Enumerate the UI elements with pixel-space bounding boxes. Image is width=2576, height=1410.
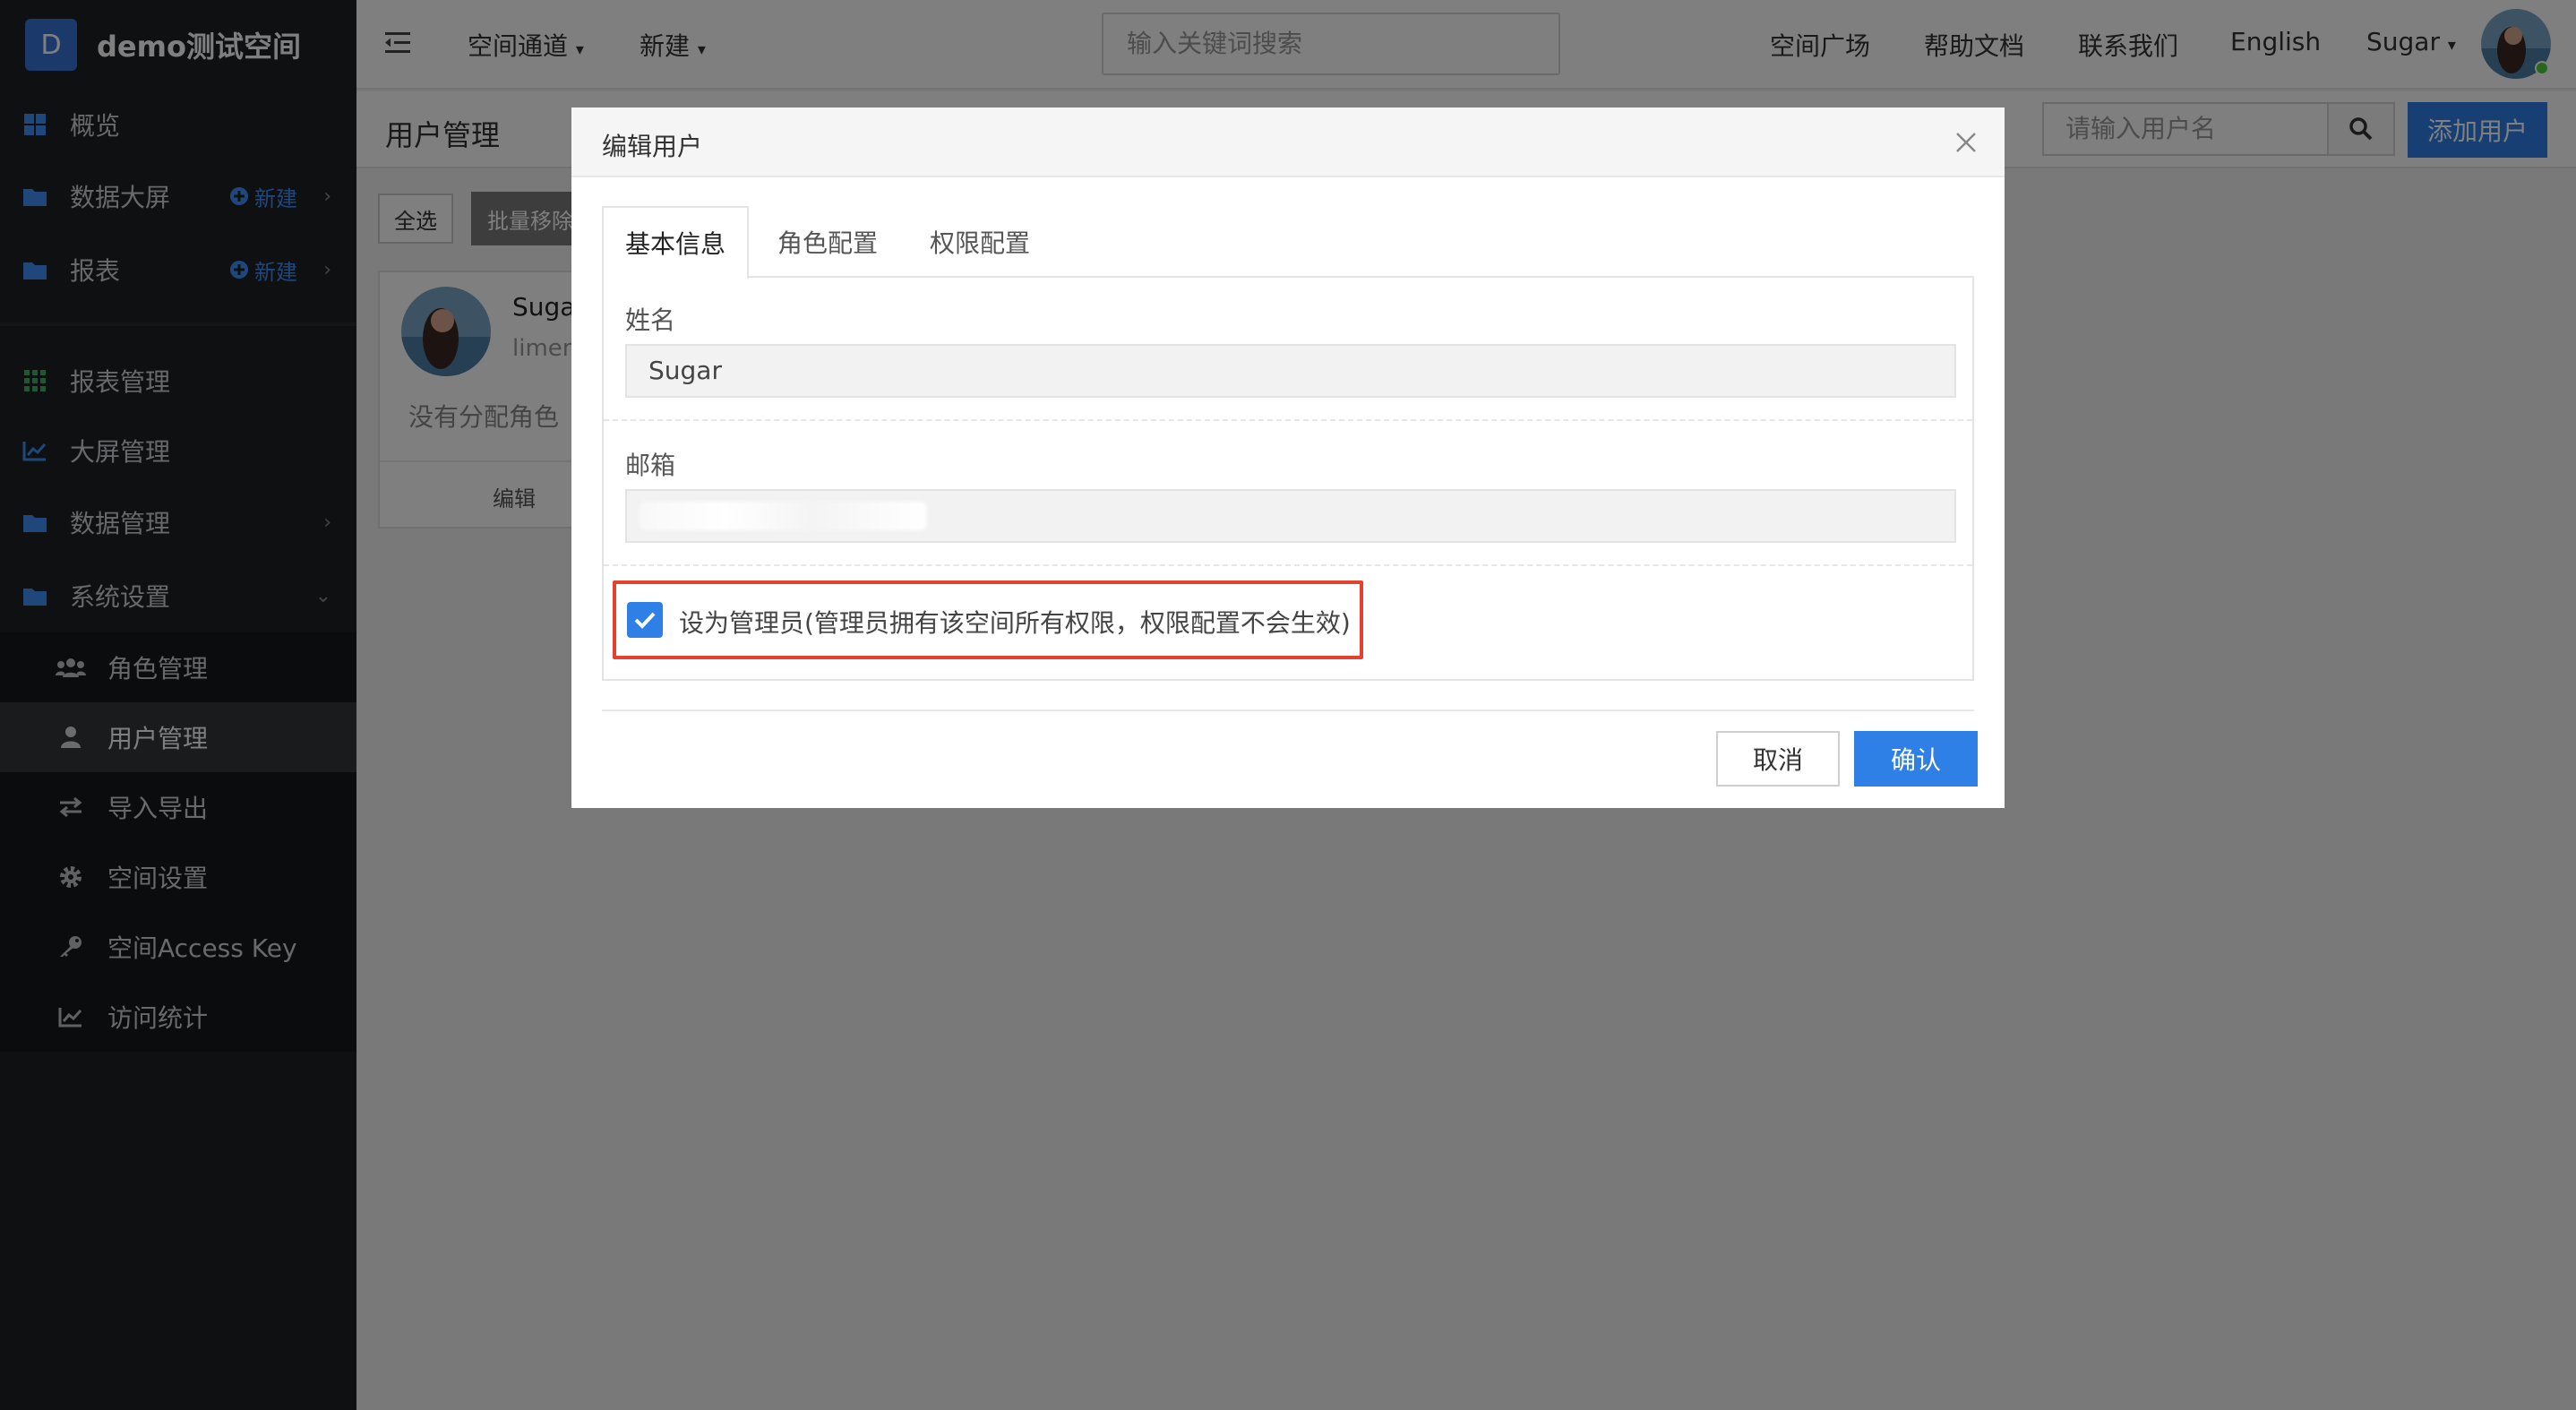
check-icon — [634, 612, 656, 629]
tab-basic-info[interactable]: 基本信息 — [602, 206, 749, 279]
field-divider — [604, 564, 1972, 566]
redacted-email — [640, 502, 926, 530]
field-divider — [604, 419, 1972, 421]
close-icon — [1956, 133, 1976, 152]
admin-checkbox-highlight: 设为管理员(管理员拥有该空间所有权限，权限配置不会生效) — [613, 580, 1363, 659]
email-label: 邮箱 — [625, 451, 676, 480]
confirm-button[interactable]: 确认 — [1854, 731, 1978, 787]
edit-user-modal: 编辑用户 基本信息 角色配置 权限配置 姓名 Sugar 邮箱 设为管理员(管理… — [571, 107, 2005, 808]
cancel-button[interactable]: 取消 — [1716, 731, 1840, 787]
name-field[interactable]: Sugar — [625, 344, 1956, 398]
tab-role-config[interactable]: 角色配置 — [749, 206, 906, 278]
admin-checkbox[interactable] — [627, 602, 663, 638]
admin-checkbox-label: 设为管理员(管理员拥有该空间所有权限，权限配置不会生效) — [679, 608, 1351, 638]
modal-header: 编辑用户 — [571, 107, 2005, 177]
email-field[interactable] — [625, 489, 1956, 543]
close-button[interactable] — [1953, 129, 1979, 156]
modal-title: 编辑用户 — [602, 132, 703, 161]
app-root: D demo测试空间 概览 数据大屏 新建 › 报表 — [0, 0, 2576, 1410]
name-label: 姓名 — [625, 305, 676, 335]
modal-tabs: 基本信息 角色配置 权限配置 — [602, 206, 1974, 279]
footer-divider — [602, 709, 1974, 711]
tab-permission-config[interactable]: 权限配置 — [906, 206, 1053, 278]
